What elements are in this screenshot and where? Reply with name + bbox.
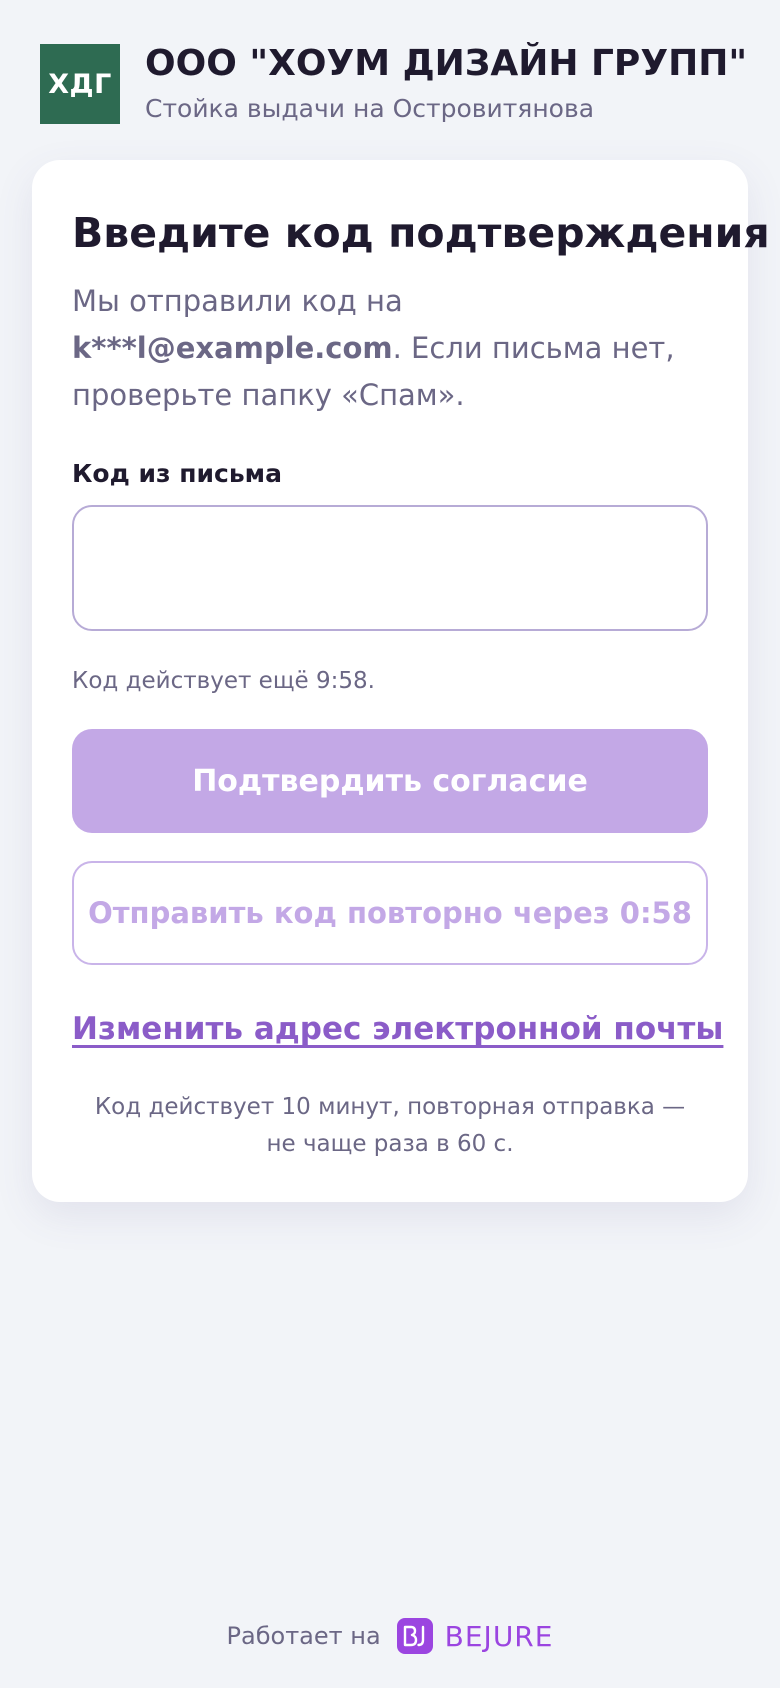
bejure-brand-name[interactable]: BEJURE (445, 1620, 554, 1653)
confirm-consent-button[interactable]: Подтвердить согласие (72, 729, 708, 833)
company-logo: ХДГ (40, 44, 120, 124)
code-sent-description: Мы отправили код на k***l@example.com. Е… (72, 278, 708, 419)
page-footer: Работает на BEJURE (0, 1618, 780, 1654)
resend-code-button-label: Отправить код повторно через 0:58 (88, 896, 692, 930)
bejure-logo-glyph-icon (403, 1625, 424, 1647)
resend-code-button[interactable]: Отправить код повторно через 0:58 (72, 861, 708, 965)
powered-by-text: Работает на (226, 1622, 381, 1650)
confirm-consent-button-label: Подтвердить согласие (192, 763, 588, 799)
pickup-point-subtitle: Стойка выдачи на Островитянова (145, 94, 595, 123)
header-text: ООО "ХОУМ ДИЗАЙН ГРУПП" Стойка выдачи на… (145, 44, 747, 124)
code-input[interactable] (72, 505, 708, 631)
company-name: ООО "ХОУМ ДИЗАЙН ГРУПП" (145, 43, 748, 84)
page-title: Введите код подтверждения (72, 209, 770, 257)
verification-card: Введите код подтверждения Мы отправили к… (32, 160, 770, 1202)
bejure-logo-icon (396, 1618, 433, 1654)
code-validity-note: Код действует 10 минут, повторная отправ… (94, 1094, 686, 1157)
code-field-label: Код из письма (72, 459, 282, 488)
code-timer-text: Код действует ещё 9:58. (72, 668, 375, 694)
page-header: ХДГ ООО "ХОУМ ДИЗАЙН ГРУПП" Стойка выдач… (40, 44, 747, 124)
masked-email: k***l@example.com (72, 331, 393, 365)
description-prefix: Мы отправили код на (72, 284, 403, 318)
company-logo-text: ХДГ (48, 68, 112, 100)
change-email-link[interactable]: Изменить адрес электронной почты (72, 1011, 723, 1047)
